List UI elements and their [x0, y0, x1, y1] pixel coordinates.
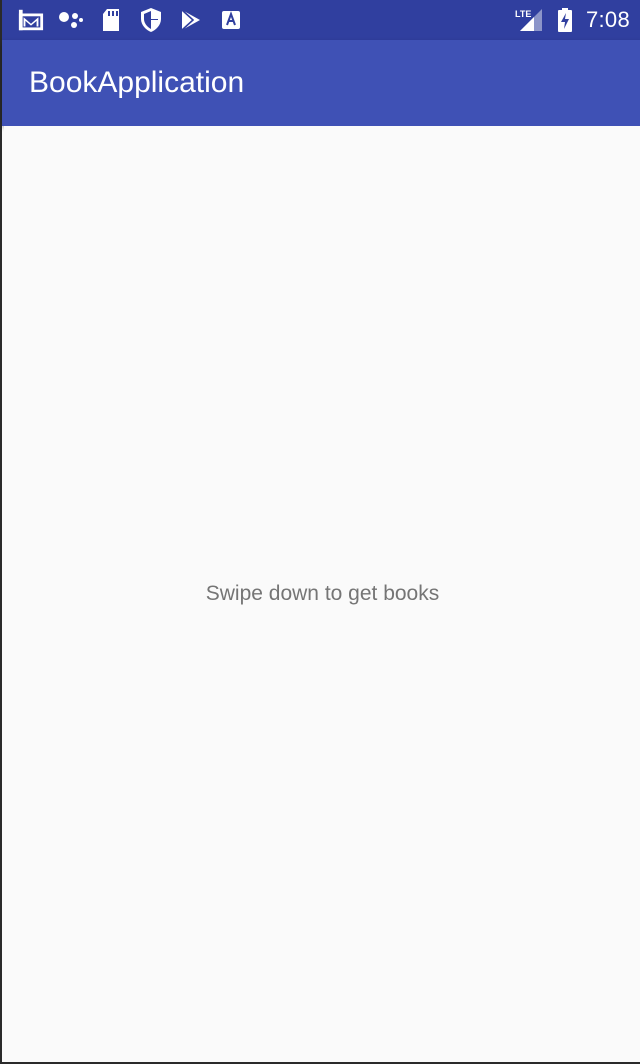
text-a-icon — [218, 7, 244, 33]
network-label: LTE — [515, 9, 531, 19]
play-store-icon — [178, 7, 204, 33]
swipe-refresh-area[interactable]: Swipe down to get books — [4, 126, 640, 1062]
status-clock: 7:08 — [585, 7, 630, 32]
status-bar: LTE 7:08 — [2, 0, 640, 40]
gmail-icon — [18, 7, 44, 33]
sd-card-icon — [98, 7, 124, 33]
device-frame: LTE 7:08 BookApplication Swipe down to g… — [0, 0, 640, 1064]
battery-charging-icon — [556, 7, 574, 33]
app-title: BookApplication — [29, 66, 245, 99]
shield-icon — [138, 7, 164, 33]
notification-icons — [18, 0, 244, 40]
empty-state-message: Swipe down to get books — [205, 582, 440, 605]
assistant-dots-icon — [58, 7, 84, 33]
lte-signal-icon: LTE — [514, 7, 544, 33]
system-icons: LTE 7:08 — [514, 0, 630, 40]
app-toolbar: BookApplication — [2, 40, 640, 126]
